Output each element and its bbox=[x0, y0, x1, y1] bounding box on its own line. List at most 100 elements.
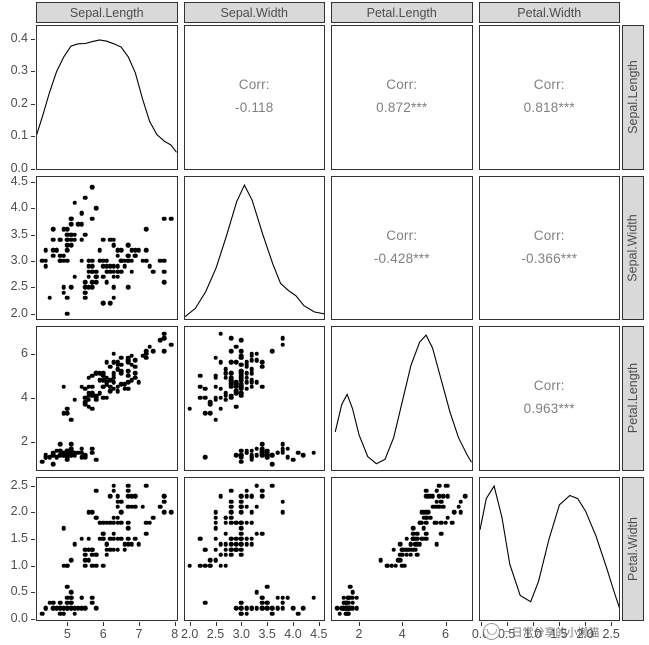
data-point bbox=[430, 493, 435, 499]
column-strip-Petal.Width: Petal.Width bbox=[478, 2, 620, 23]
correlation-label: Corr: bbox=[238, 77, 270, 93]
data-point bbox=[264, 584, 270, 590]
y-tick-mark bbox=[31, 71, 35, 73]
data-point bbox=[97, 248, 102, 253]
data-point bbox=[136, 541, 142, 547]
data-point bbox=[239, 459, 244, 465]
x-tick-label: 2 bbox=[355, 627, 363, 641]
data-point bbox=[259, 493, 265, 499]
data-point bbox=[161, 216, 167, 221]
data-point bbox=[249, 384, 254, 389]
row-strip-label: Sepal.Length bbox=[626, 60, 640, 135]
scatterplot-matrix: Sepal.Length Sepal.Width Petal.Length Petal… bbox=[0, 0, 649, 645]
data-point bbox=[161, 258, 167, 264]
data-point bbox=[143, 531, 149, 536]
column-strip-label: Petal.Width bbox=[517, 5, 582, 20]
data-point bbox=[462, 493, 468, 499]
column-strip-Sepal.Length: Sepal.Length bbox=[36, 2, 178, 23]
data-point bbox=[419, 509, 425, 515]
data-point bbox=[417, 520, 422, 526]
data-point bbox=[270, 349, 275, 354]
data-point bbox=[239, 552, 244, 558]
data-point bbox=[249, 353, 254, 358]
data-point bbox=[445, 483, 450, 488]
x-tick-mark bbox=[138, 622, 140, 626]
x-tick-label: 4.5 bbox=[310, 627, 328, 641]
data-point bbox=[456, 504, 461, 510]
x-tick-mark bbox=[174, 622, 176, 626]
data-point bbox=[90, 184, 95, 190]
panel-Sepal.Width-vs-Sepal.Width bbox=[183, 175, 325, 320]
data-point bbox=[213, 509, 218, 515]
panel-Petal.Width-vs-Sepal.Length bbox=[36, 476, 178, 621]
data-point bbox=[228, 536, 234, 542]
data-point bbox=[208, 563, 213, 568]
data-point bbox=[218, 541, 223, 547]
data-point bbox=[410, 531, 416, 536]
data-point bbox=[244, 611, 249, 616]
data-point bbox=[122, 386, 127, 392]
data-point bbox=[432, 520, 437, 526]
data-point bbox=[143, 483, 149, 488]
data-point bbox=[233, 606, 239, 611]
panel-Sepal.Width-vs-Petal.Width: Corr: -0.366*** bbox=[478, 175, 620, 320]
data-point bbox=[218, 563, 223, 568]
data-point bbox=[90, 216, 95, 221]
data-point bbox=[213, 520, 218, 526]
data-point bbox=[213, 547, 218, 552]
data-point bbox=[415, 552, 420, 558]
y-tick-label: 0.4 bbox=[10, 30, 28, 45]
data-point bbox=[111, 488, 117, 494]
data-point bbox=[161, 509, 167, 515]
data-point bbox=[143, 520, 149, 526]
data-point bbox=[280, 606, 285, 611]
data-point bbox=[223, 371, 229, 376]
data-point bbox=[275, 606, 280, 611]
data-point bbox=[83, 557, 88, 563]
data-point bbox=[254, 606, 260, 611]
data-point bbox=[90, 563, 95, 568]
data-point bbox=[65, 600, 70, 606]
data-point bbox=[47, 295, 52, 301]
data-point bbox=[441, 504, 446, 510]
panel-Sepal.Length-vs-Sepal.Length bbox=[36, 25, 178, 170]
data-point bbox=[391, 547, 396, 552]
data-point bbox=[125, 483, 131, 488]
data-point bbox=[125, 379, 131, 385]
data-point bbox=[133, 371, 138, 376]
density-curve-Petal.Width bbox=[480, 478, 620, 621]
panel-Sepal.Width-vs-Sepal.Length bbox=[36, 175, 178, 320]
y-tick-mark bbox=[31, 538, 35, 540]
data-point bbox=[270, 483, 275, 488]
data-point bbox=[233, 388, 239, 394]
data-point bbox=[244, 364, 249, 370]
data-point bbox=[83, 232, 88, 237]
data-point bbox=[104, 395, 109, 400]
data-point bbox=[104, 279, 109, 285]
data-point bbox=[125, 253, 131, 258]
data-point bbox=[133, 364, 138, 370]
data-point bbox=[223, 547, 229, 552]
data-point bbox=[108, 237, 113, 243]
data-point bbox=[421, 525, 427, 531]
data-point bbox=[239, 499, 244, 504]
y-tick-label: 2.0 bbox=[10, 305, 28, 320]
data-point bbox=[218, 493, 223, 499]
data-point bbox=[43, 258, 49, 264]
data-point bbox=[75, 450, 81, 456]
data-point bbox=[104, 552, 109, 558]
y-tick-label: 2.5 bbox=[10, 477, 28, 492]
data-point bbox=[68, 589, 74, 595]
data-point bbox=[83, 552, 88, 558]
data-point bbox=[43, 263, 49, 269]
data-point bbox=[125, 536, 131, 542]
data-point bbox=[125, 373, 131, 378]
data-point bbox=[111, 531, 117, 536]
data-point bbox=[213, 515, 218, 520]
data-point bbox=[111, 285, 117, 290]
y-tick-mark bbox=[31, 441, 35, 443]
row-strip-Sepal.Length: Sepal.Length bbox=[622, 25, 644, 170]
data-point bbox=[125, 357, 131, 363]
correlation-label: Corr: bbox=[386, 227, 418, 243]
data-point bbox=[111, 263, 117, 269]
